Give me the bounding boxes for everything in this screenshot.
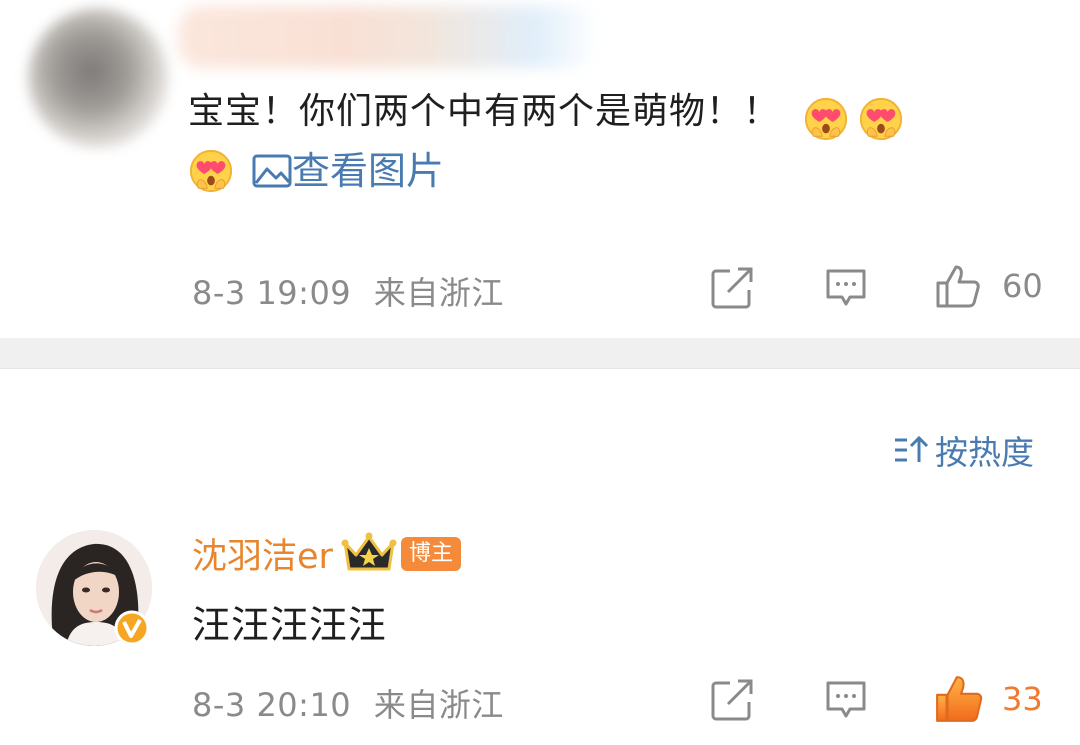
sort-toggle[interactable]: 按热度 [893, 426, 1034, 474]
comment-time: 8-3 20:10 [192, 686, 352, 724]
username-blurred[interactable] [178, 6, 598, 68]
share-icon[interactable] [710, 266, 754, 310]
comment-extra: 查看图片 [188, 146, 444, 196]
sort-icon [895, 435, 929, 462]
comment-meta: 8-3 20:10 来自浙江 [192, 680, 504, 726]
view-image-label: 查看图片 [292, 149, 445, 193]
username[interactable]: 沈羽洁er [192, 528, 333, 579]
like-count: 33 [1002, 680, 1043, 718]
verified-badge-icon [114, 610, 150, 646]
heart-eyes-face-emoji [805, 97, 848, 140]
comment-location: 来自浙江 [373, 274, 504, 312]
thumbs-up-icon [936, 265, 980, 308]
like-count: 60 [1002, 267, 1043, 305]
comment-icon[interactable] [824, 678, 868, 722]
view-image-link[interactable]: 查看图片 [252, 146, 444, 196]
sort-label: 按热度 [935, 433, 1034, 472]
like-button[interactable]: 33 [934, 674, 1043, 724]
blogger-badge: 博主 [400, 536, 461, 571]
heart-eyes-face-emoji [860, 97, 903, 140]
thumbs-up-filled-icon [936, 676, 983, 722]
comment-location: 来自浙江 [373, 686, 504, 724]
avatar-blurred[interactable] [28, 8, 168, 148]
share-icon[interactable] [710, 678, 754, 722]
comment-text: 汪汪汪汪汪 [192, 603, 388, 647]
heart-eyes-face-emoji [189, 149, 233, 193]
comment-time: 8-3 19:09 [192, 274, 352, 312]
section-divider [0, 338, 1080, 369]
like-button[interactable]: 60 [934, 262, 1043, 310]
comment-meta: 8-3 19:09 来自浙江 [192, 268, 504, 314]
image-icon [252, 154, 292, 188]
comment-header: 沈羽洁er 博主 [192, 528, 461, 579]
comment-body: 宝宝！你们两个中有两个是萌物！！ [188, 84, 1058, 142]
comment-text: 宝宝！你们两个中有两个是萌物！！ [188, 91, 781, 132]
crown-icon [341, 532, 397, 570]
comment-icon[interactable] [824, 266, 868, 310]
